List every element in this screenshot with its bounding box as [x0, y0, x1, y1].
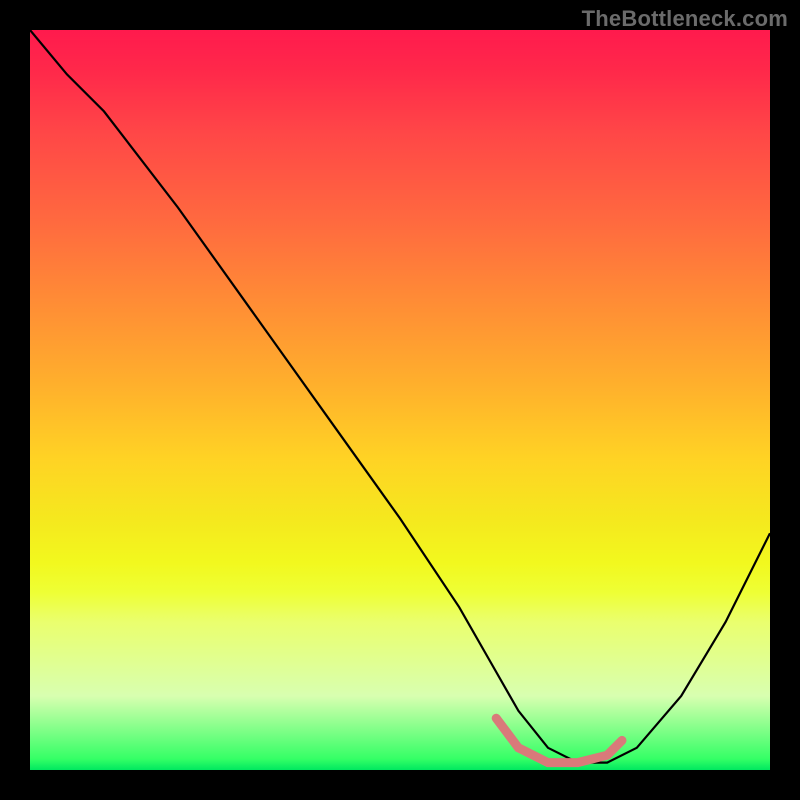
highlight-curve — [496, 718, 622, 762]
main-curve — [30, 30, 770, 763]
watermark-text: TheBottleneck.com — [582, 6, 788, 32]
curve-svg — [30, 30, 770, 770]
chart-container: TheBottleneck.com — [0, 0, 800, 800]
plot-area — [30, 30, 770, 770]
